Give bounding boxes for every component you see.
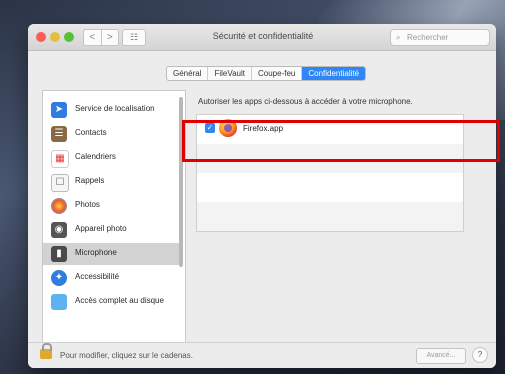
sidebar-item-reminders[interactable]: ☐ Rappels [43, 171, 179, 193]
sidebar-item-label: Rappels [75, 176, 105, 185]
lock-icon[interactable] [40, 343, 52, 359]
sidebar-item-label: Contacts [75, 128, 107, 137]
footer-bar: Pour modifier, cliquez sur le cadenas. A… [28, 342, 496, 368]
sidebar-item-label: Microphone [75, 248, 117, 257]
advanced-button[interactable]: Avancé... [416, 348, 466, 364]
calendar-icon: ▦ [51, 150, 69, 168]
forward-button[interactable]: > [102, 30, 119, 45]
empty-row [197, 202, 463, 231]
title-bar: < > ☷ Sécurité et confidentialité ⌕ Rech… [28, 24, 496, 51]
reminders-icon: ☐ [51, 174, 69, 192]
lock-hint: Pour modifier, cliquez sur le cadenas. [60, 351, 193, 360]
privacy-sidebar: ➤ Service de localisation ☰ Contacts ▦ C… [42, 90, 186, 346]
microphone-access-prompt: Autoriser les apps ci-dessous à accéder … [198, 97, 413, 106]
microphone-icon: ▮ [51, 246, 67, 262]
tab-privacy[interactable]: Confidentialité [302, 67, 366, 80]
empty-row [197, 173, 463, 202]
close-button[interactable] [36, 32, 46, 42]
tab-firewall[interactable]: Coupe-feu [252, 67, 303, 80]
photos-icon [51, 198, 67, 214]
search-placeholder: Rechercher [407, 33, 449, 42]
help-button[interactable]: ? [472, 347, 488, 363]
search-field[interactable]: ⌕ Rechercher [390, 29, 490, 46]
sidebar-item-label: Service de localisation [75, 104, 155, 113]
sidebar-item-label: Appareil photo [75, 224, 127, 233]
sidebar-item-label: Accès complet au disque [75, 296, 164, 305]
preferences-window: < > ☷ Sécurité et confidentialité ⌕ Rech… [28, 24, 496, 368]
folder-icon [51, 294, 67, 310]
sidebar-item-contacts[interactable]: ☰ Contacts [43, 123, 179, 145]
location-icon: ➤ [51, 102, 67, 118]
sidebar-item-full-disk[interactable]: Accès complet au disque [43, 291, 179, 313]
sidebar-item-calendars[interactable]: ▦ Calendriers [43, 147, 179, 169]
tab-filevault[interactable]: FileVault [208, 67, 252, 80]
show-all-button[interactable]: ☷ [122, 29, 146, 46]
sidebar-item-photos[interactable]: Photos [43, 195, 179, 217]
sidebar-item-label: Calendriers [75, 152, 116, 161]
back-button[interactable]: < [84, 30, 102, 45]
nav-buttons: < > [83, 29, 119, 46]
maximize-button[interactable] [64, 32, 74, 42]
annotation-highlight-box [182, 120, 500, 162]
sidebar-item-label: Accessibilité [75, 272, 120, 281]
contacts-icon: ☰ [51, 126, 67, 142]
window-title: Sécurité et confidentialité [212, 31, 314, 41]
sidebar-item-accessibility[interactable]: ✦ Accessibilité [43, 267, 179, 289]
tab-general[interactable]: Général [167, 67, 209, 80]
camera-icon: ◉ [51, 222, 67, 238]
tab-bar: Général FileVault Coupe-feu Confidential… [166, 66, 367, 81]
sidebar-item-microphone[interactable]: ▮ Microphone [43, 243, 179, 265]
sidebar-item-label: Photos [75, 200, 100, 209]
sidebar-item-location[interactable]: ➤ Service de localisation [43, 99, 179, 121]
minimize-button[interactable] [50, 32, 60, 42]
accessibility-icon: ✦ [51, 270, 67, 286]
sidebar-item-camera[interactable]: ◉ Appareil photo [43, 219, 179, 241]
search-icon: ⌕ [396, 33, 401, 42]
